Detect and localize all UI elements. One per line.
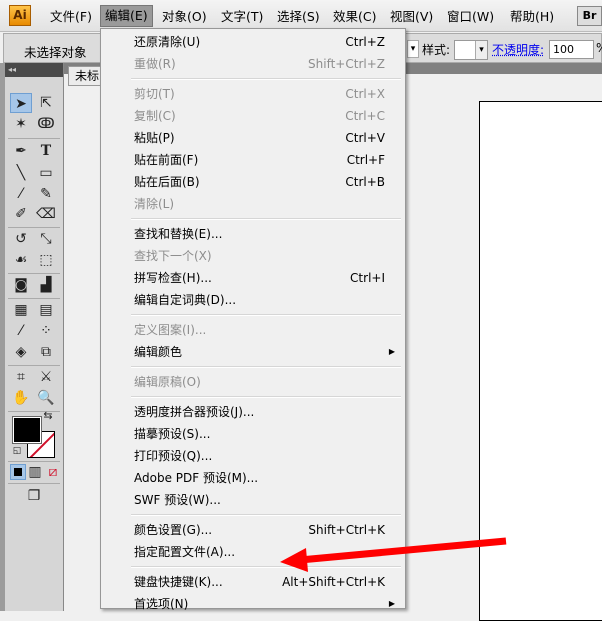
annotation-arrow bbox=[280, 537, 507, 572]
arrow-head bbox=[280, 548, 308, 572]
fill-swatch[interactable] bbox=[12, 416, 42, 444]
arrow-shaft bbox=[299, 537, 507, 564]
